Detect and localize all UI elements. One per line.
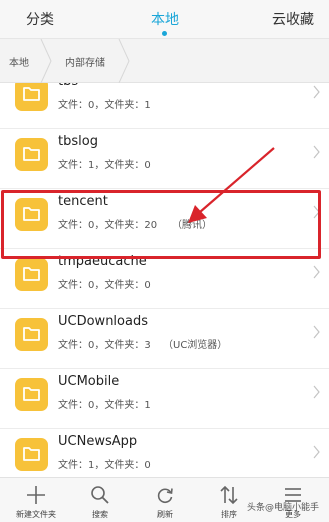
tab-local[interactable]: 本地 [151, 9, 179, 29]
file-meta: 文件：0，文件夹：20 [58, 220, 158, 231]
file-name: tmpaeucache [58, 254, 147, 269]
list-item[interactable]: tmpaeucache 文件：0，文件夹：0 [0, 249, 329, 309]
plus-icon [27, 486, 45, 504]
folder-icon [15, 83, 48, 111]
file-name: UCMobile [58, 374, 120, 389]
file-list: tbs 文件：0，文件夹：1 tbslog 文件：1，文件夹：0 tencent… [0, 83, 329, 477]
file-meta: 文件：0，文件夹：1 [58, 400, 151, 411]
file-meta: 文件：0，文件夹：0 [58, 280, 151, 291]
tab-category[interactable]: 分类 [26, 9, 54, 29]
list-item[interactable]: UCMobile 文件：0，文件夹：1 [0, 369, 329, 429]
file-annotation: （腾讯） [172, 220, 212, 231]
list-item[interactable]: tbslog 文件：1，文件夹：0 [0, 129, 329, 189]
list-item[interactable]: tencent 文件：0，文件夹：20 （腾讯） [0, 189, 329, 249]
folder-icon [15, 198, 48, 231]
watermark: 头条@电脑小能手 [246, 503, 319, 513]
file-meta: 文件：0，文件夹：3 [58, 340, 151, 351]
search-button[interactable]: 搜索 [70, 478, 130, 522]
list-item[interactable]: UCNewsApp 文件：1，文件夹：0 [0, 429, 329, 477]
chevron-right-icon [313, 85, 320, 99]
file-meta: 文件：0，文件夹：1 [58, 100, 151, 111]
breadcrumb-separator-icon [40, 39, 52, 83]
breadcrumb: 本地 内部存储 [0, 39, 329, 83]
breadcrumb-separator-icon [118, 39, 130, 83]
folder-icon [15, 378, 48, 411]
top-tabs: 分类 本地 云收藏 [0, 0, 329, 38]
file-name: tbs [58, 83, 78, 89]
file-name: UCNewsApp [58, 434, 138, 449]
refresh-icon [157, 488, 173, 504]
search-label: 搜索 [92, 510, 108, 519]
file-meta: 文件：1，文件夹：0 [58, 160, 151, 171]
file-name: UCDownloads [58, 314, 148, 329]
chevron-right-icon [313, 445, 320, 459]
breadcrumb-storage[interactable]: 内部存储 [65, 54, 105, 69]
new-folder-button[interactable]: 新建文件夹 [6, 478, 66, 522]
folder-icon [15, 138, 48, 171]
chevron-right-icon [313, 205, 320, 219]
chevron-right-icon [313, 145, 320, 159]
folder-icon [15, 318, 48, 351]
file-name: tencent [58, 194, 108, 209]
file-annotation: （UC浏览器） [163, 340, 228, 351]
refresh-button[interactable]: 刷新 [135, 478, 195, 522]
refresh-label: 刷新 [157, 510, 173, 519]
sort-icon [220, 485, 238, 505]
file-meta: 文件：1，文件夹：0 [58, 460, 151, 471]
list-item[interactable]: tbs 文件：0，文件夹：1 [0, 83, 329, 129]
list-item[interactable]: UCDownloads 文件：0，文件夹：3 （UC浏览器） [0, 309, 329, 369]
chevron-right-icon [313, 265, 320, 279]
folder-icon [15, 438, 48, 471]
breadcrumb-root[interactable]: 本地 [9, 54, 29, 69]
active-tab-indicator [162, 31, 167, 36]
chevron-right-icon [313, 325, 320, 339]
file-name: tbslog [58, 134, 98, 149]
folder-icon [15, 258, 48, 291]
search-icon [91, 486, 109, 504]
new-folder-label: 新建文件夹 [16, 510, 56, 519]
tab-cloud[interactable]: 云收藏 [272, 9, 314, 29]
chevron-right-icon [313, 385, 320, 399]
